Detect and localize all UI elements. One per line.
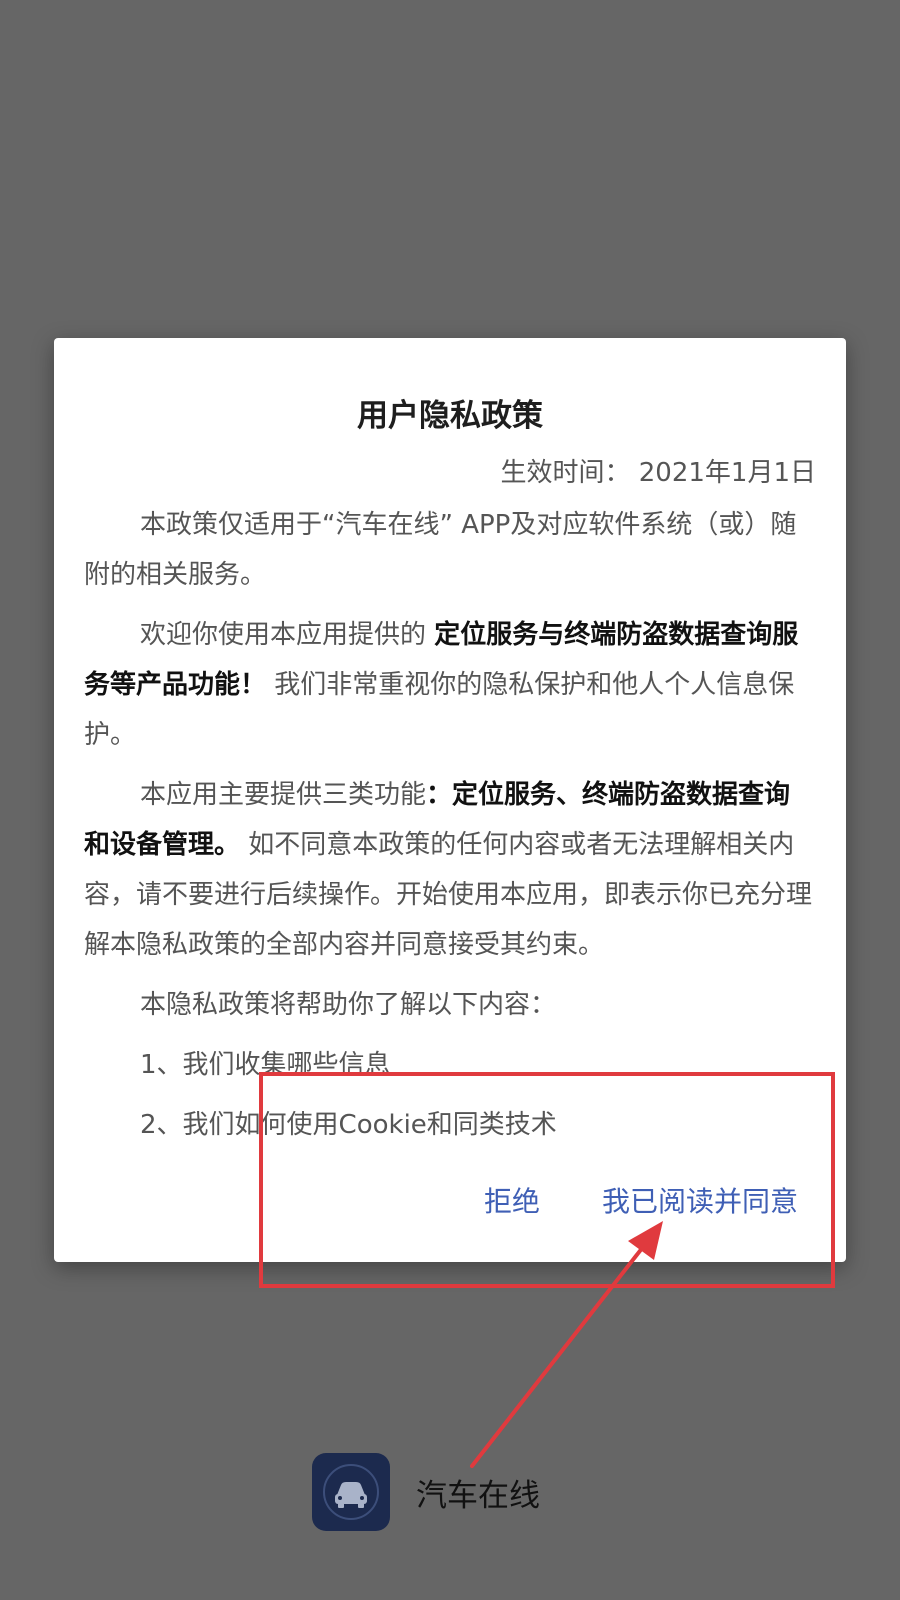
annotation-arrow	[470, 1221, 663, 1468]
app-name: 汽车在线	[416, 1477, 540, 1514]
app-launch-row: 汽车在线	[312, 1452, 540, 1532]
car-icon[interactable]	[312, 1453, 390, 1531]
